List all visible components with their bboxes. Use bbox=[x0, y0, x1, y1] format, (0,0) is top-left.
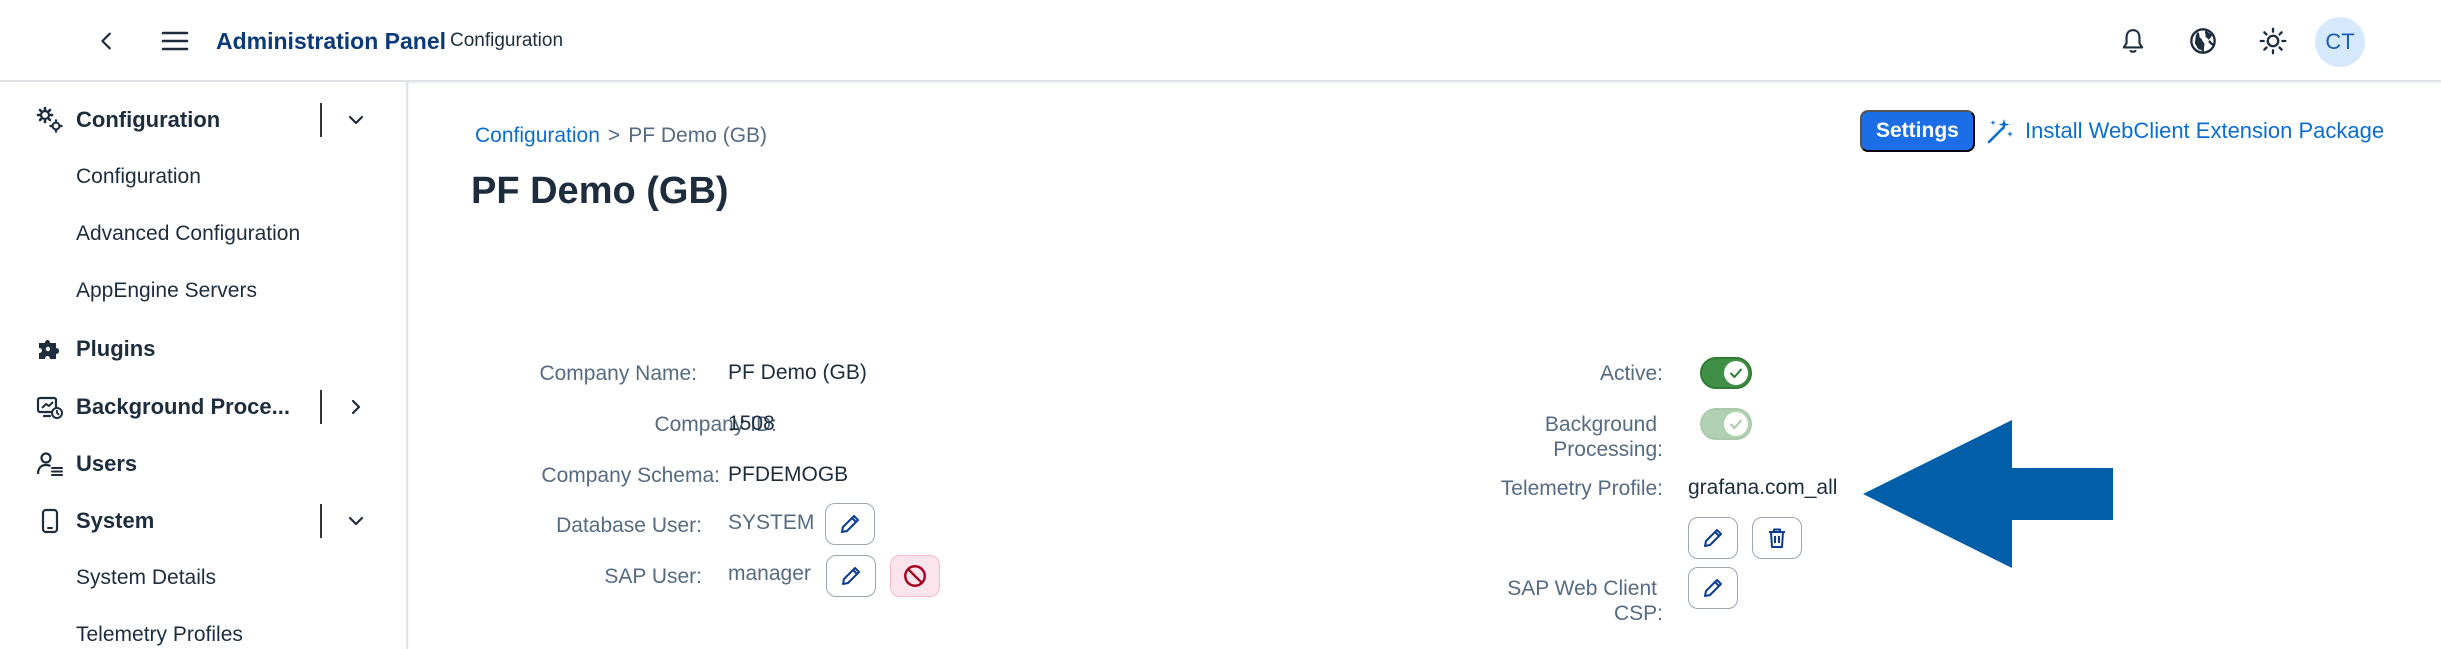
nav-subitem-system-details[interactable]: System Details bbox=[0, 550, 406, 606]
company-schema-value: PFDEMOGB bbox=[728, 463, 849, 486]
clear-sap-user-button[interactable] bbox=[890, 555, 940, 597]
breadcrumb: Configuration > PF Demo (GB) bbox=[475, 124, 767, 148]
breadcrumb-separator: > bbox=[607, 124, 621, 147]
prohibited-icon bbox=[904, 565, 926, 587]
pencil-icon bbox=[841, 515, 859, 533]
nav-label-configuration: Configuration bbox=[76, 107, 221, 132]
company-name-value: PF Demo (GB) bbox=[728, 361, 867, 384]
notifications-button[interactable] bbox=[2113, 21, 2153, 61]
check-icon bbox=[1724, 412, 1748, 436]
language-button[interactable] bbox=[2183, 21, 2223, 61]
pencil-icon bbox=[1704, 579, 1722, 597]
database-user-value: SYSTEM bbox=[728, 511, 815, 534]
nav-item-system[interactable]: System bbox=[0, 493, 406, 549]
page-title: PF Demo (GB) bbox=[471, 170, 729, 212]
nav-label-plugins: Plugins bbox=[76, 336, 156, 361]
background-processing-switch bbox=[1700, 408, 1752, 440]
check-icon bbox=[1724, 361, 1748, 385]
nav-subitem-configuration[interactable]: Configuration bbox=[0, 149, 406, 205]
background-processing-label: Background Processing: bbox=[1544, 413, 1663, 461]
nav-item-users[interactable]: Users bbox=[0, 436, 406, 492]
nav-separator bbox=[320, 504, 322, 538]
edit-telemetry-profile-button[interactable] bbox=[1688, 517, 1738, 559]
annotation-arrow bbox=[1863, 420, 2113, 568]
theme-sun-icon bbox=[2259, 27, 2287, 55]
install-extension-label: Install WebClient Extension Package bbox=[2025, 118, 2385, 143]
nav-separator bbox=[320, 390, 322, 424]
active-switch[interactable] bbox=[1700, 357, 1752, 389]
company-name-label: Company Name: bbox=[539, 362, 697, 385]
nav-item-background-processing[interactable]: Background Proce... bbox=[0, 379, 406, 435]
settings-button[interactable]: Settings bbox=[1860, 110, 1975, 152]
app-subtitle: Configuration bbox=[450, 30, 564, 51]
breadcrumb-current: PF Demo (GB) bbox=[628, 124, 768, 147]
edit-sap-user-button[interactable] bbox=[826, 555, 876, 597]
chevron-down-icon[interactable] bbox=[340, 104, 372, 136]
back-button[interactable] bbox=[90, 24, 124, 58]
nav-label-background-processing: Background Proce... bbox=[76, 394, 290, 419]
company-id-value: 1508 bbox=[728, 412, 775, 435]
nav-subitem-telemetry-profiles[interactable]: Telemetry Profiles bbox=[0, 607, 406, 649]
telemetry-profile-value: grafana.com_all bbox=[1688, 476, 1838, 499]
side-navigation: Configuration Configuration Advanced Con… bbox=[0, 82, 408, 649]
chevron-right-icon[interactable] bbox=[340, 391, 372, 423]
puzzle-icon bbox=[36, 335, 64, 363]
chevron-down-icon[interactable] bbox=[340, 505, 372, 537]
nav-item-plugins[interactable]: Plugins bbox=[0, 321, 406, 377]
menu-button[interactable] bbox=[157, 24, 193, 58]
install-extension-link[interactable]: Install WebClient Extension Package bbox=[1985, 114, 2384, 148]
trash-icon bbox=[1769, 528, 1785, 548]
back-icon bbox=[101, 32, 111, 50]
nav-label-system: System bbox=[76, 508, 155, 533]
magic-wand-icon bbox=[1987, 119, 2013, 144]
theme-button[interactable] bbox=[2253, 21, 2293, 61]
user-avatar[interactable]: CT bbox=[2315, 17, 2365, 67]
edit-web-client-csp-button[interactable] bbox=[1688, 567, 1738, 609]
pencil-icon bbox=[1704, 529, 1722, 547]
device-icon bbox=[36, 507, 64, 535]
bell-icon bbox=[2122, 29, 2144, 53]
nav-subitem-appengine-servers[interactable]: AppEngine Servers bbox=[0, 263, 406, 319]
shell-bar: Administration Panel Configuration CT bbox=[0, 0, 2441, 82]
delete-telemetry-profile-button[interactable] bbox=[1752, 517, 1802, 559]
breadcrumb-link-configuration[interactable]: Configuration bbox=[475, 124, 600, 148]
nav-item-configuration[interactable]: Configuration bbox=[0, 92, 406, 148]
gears-icon bbox=[36, 106, 64, 134]
pencil-icon bbox=[842, 567, 860, 585]
edit-database-user-button[interactable] bbox=[825, 503, 875, 545]
sap-web-client-csp-label: SAP Web Client CSP: bbox=[1507, 577, 1663, 625]
app-title: Administration Panel bbox=[216, 28, 447, 54]
globe-icon bbox=[2190, 28, 2216, 54]
nav-separator bbox=[320, 103, 322, 137]
user-list-icon bbox=[36, 450, 64, 478]
nav-label-users: Users bbox=[76, 451, 138, 476]
monitor-process-icon bbox=[36, 393, 64, 421]
menu-icon bbox=[161, 31, 189, 51]
sap-user-value: manager bbox=[728, 562, 811, 585]
nav-subitem-advanced-configuration[interactable]: Advanced Configuration bbox=[0, 206, 406, 262]
